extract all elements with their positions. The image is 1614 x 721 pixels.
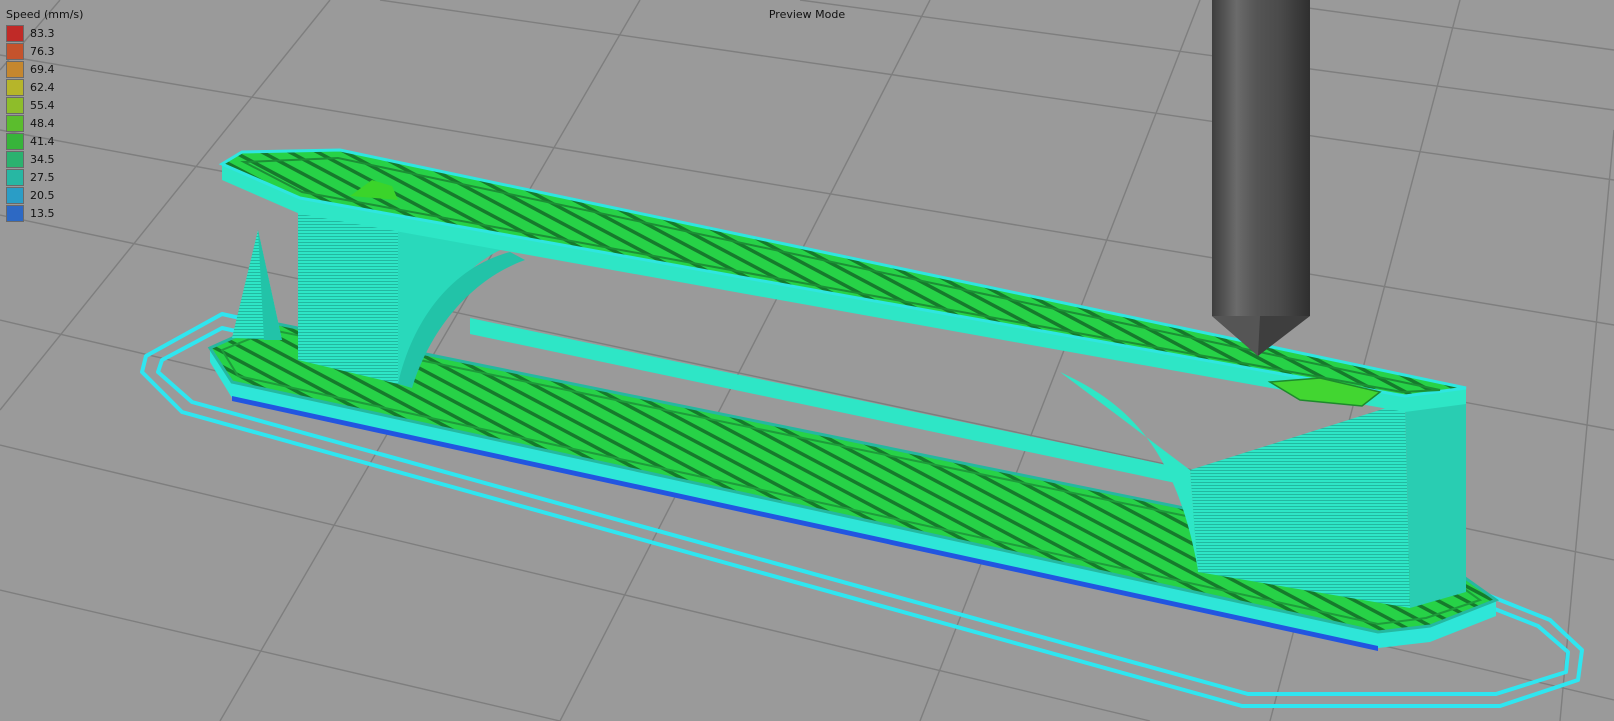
legend-swatch <box>6 186 24 204</box>
extruder-nozzle <box>1212 0 1310 356</box>
legend-swatch <box>6 132 24 150</box>
legend-label: 69.4 <box>30 62 55 76</box>
legend-label: 34.5 <box>30 152 55 166</box>
legend-swatch <box>6 96 24 114</box>
legend-label: 48.4 <box>30 116 55 130</box>
legend-item: 13.5 <box>6 204 83 222</box>
legend-item: 20.5 <box>6 186 83 204</box>
legend-label: 13.5 <box>30 206 55 220</box>
legend-swatch <box>6 150 24 168</box>
legend-item: 69.4 <box>6 60 83 78</box>
legend-item: 83.3 <box>6 24 83 42</box>
legend-item: 76.3 <box>6 42 83 60</box>
legend-swatch <box>6 60 24 78</box>
legend-label: 76.3 <box>30 44 55 58</box>
legend-swatch <box>6 168 24 186</box>
legend-title: Speed (mm/s) <box>6 8 84 21</box>
legend-swatch <box>6 114 24 132</box>
3d-viewport[interactable] <box>0 0 1614 721</box>
legend-item: 34.5 <box>6 150 83 168</box>
legend-item: 27.5 <box>6 168 83 186</box>
right-pillar-side <box>1405 388 1466 608</box>
legend-label: 41.4 <box>30 134 55 148</box>
legend-label: 20.5 <box>30 188 55 202</box>
legend-item: 55.4 <box>6 96 83 114</box>
legend-swatch <box>6 24 24 42</box>
legend-item: 41.4 <box>6 132 83 150</box>
speed-legend: Speed (mm/s) 83.3 76.3 69.4 62.4 55.4 48.4 41.… <box>6 8 83 222</box>
legend-label: 62.4 <box>30 80 55 94</box>
legend-label: 27.5 <box>30 170 55 184</box>
legend-swatch <box>6 42 24 60</box>
legend-item: 48.4 <box>6 114 83 132</box>
legend-items: 83.3 76.3 69.4 62.4 55.4 48.4 41.4 34.5 27.5 20.5… <box>6 24 83 222</box>
preview-mode-label: Preview Mode <box>768 8 846 21</box>
legend-label: 55.4 <box>30 98 55 112</box>
legend-swatch <box>6 204 24 222</box>
legend-item: 62.4 <box>6 78 83 96</box>
legend-label: 83.3 <box>30 26 55 40</box>
legend-swatch <box>6 78 24 96</box>
